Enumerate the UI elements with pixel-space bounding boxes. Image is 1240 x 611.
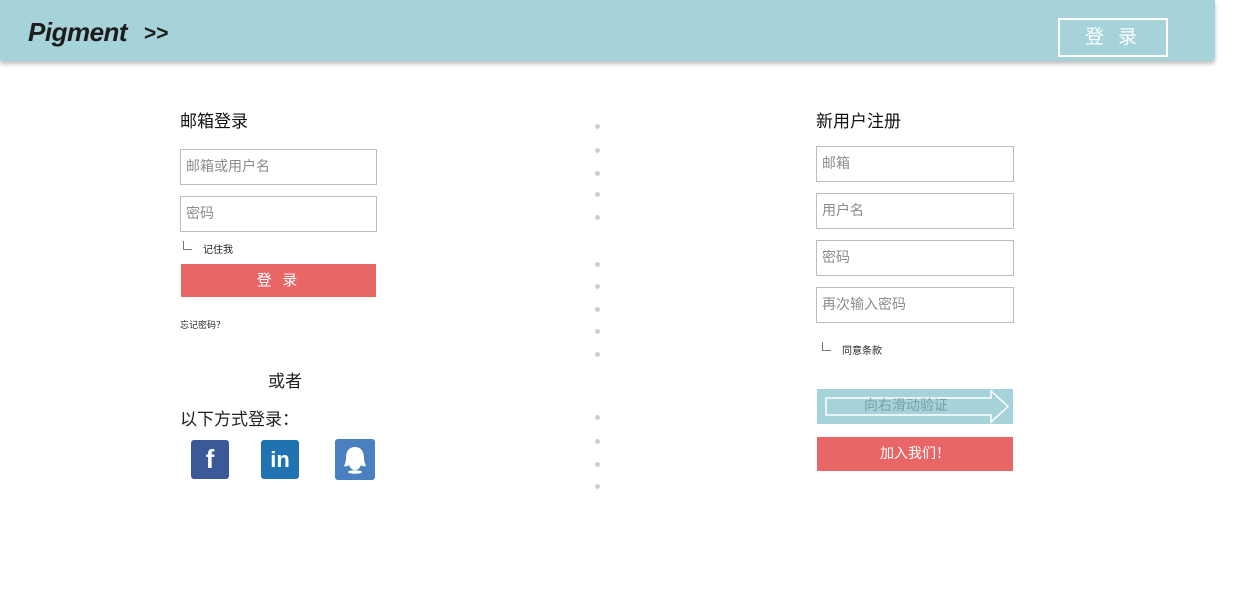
slide-verify-slider[interactable]: 向右滑动验证 xyxy=(817,389,1013,424)
join-us-button[interactable]: 加入我们！ xyxy=(817,437,1013,471)
slide-verify-label: 向右滑动验证 xyxy=(864,398,948,414)
linkedin-icon[interactable]: in xyxy=(261,440,299,479)
divider-dot xyxy=(595,284,600,289)
remember-me-checkbox[interactable] xyxy=(183,241,192,250)
login-password-input[interactable] xyxy=(180,196,377,232)
divider-dot xyxy=(595,148,600,153)
divider-dot xyxy=(595,262,600,267)
divider-dot xyxy=(595,352,600,357)
login-submit-button[interactable]: 登 录 xyxy=(181,264,376,297)
header-login-button[interactable]: 登 录 xyxy=(1058,18,1168,57)
remember-me-label: 记住我 xyxy=(203,245,233,256)
register-title: 新用户注册 xyxy=(816,112,901,132)
qq-icon[interactable] xyxy=(335,439,375,480)
agree-terms-checkbox[interactable] xyxy=(822,342,831,351)
login-username-input[interactable] xyxy=(180,149,377,185)
facebook-icon[interactable]: f xyxy=(191,440,229,479)
register-confirm-password-input[interactable] xyxy=(816,287,1014,323)
forgot-password-link[interactable]: 忘记密码？ xyxy=(180,318,225,331)
or-divider-text: 或者 xyxy=(268,372,302,392)
linkedin-glyph: in xyxy=(270,446,290,472)
divider-dot xyxy=(595,439,600,444)
qq-penguin-glyph xyxy=(344,446,366,474)
brand-logo[interactable]: Pigment xyxy=(28,17,128,48)
register-username-input[interactable] xyxy=(816,193,1014,229)
brand-arrow: >> xyxy=(144,22,169,45)
facebook-glyph: f xyxy=(205,444,215,474)
divider-dot xyxy=(595,462,600,467)
divider-dot xyxy=(595,307,600,312)
login-title: 邮箱登录 xyxy=(180,112,248,132)
divider-dot xyxy=(595,171,600,176)
divider-dot xyxy=(595,215,600,220)
divider-dot xyxy=(595,192,600,197)
divider-dot xyxy=(595,415,600,420)
agree-terms-label: 同意条款 xyxy=(842,346,882,357)
divider-dot xyxy=(595,329,600,334)
register-email-input[interactable] xyxy=(816,146,1014,182)
divider-dot xyxy=(595,124,600,129)
divider-dot xyxy=(595,484,600,489)
register-password-input[interactable] xyxy=(816,240,1014,276)
alt-login-label: 以下方式登录： xyxy=(180,410,299,430)
top-bar: Pigment >> 登 录 xyxy=(0,0,1215,61)
